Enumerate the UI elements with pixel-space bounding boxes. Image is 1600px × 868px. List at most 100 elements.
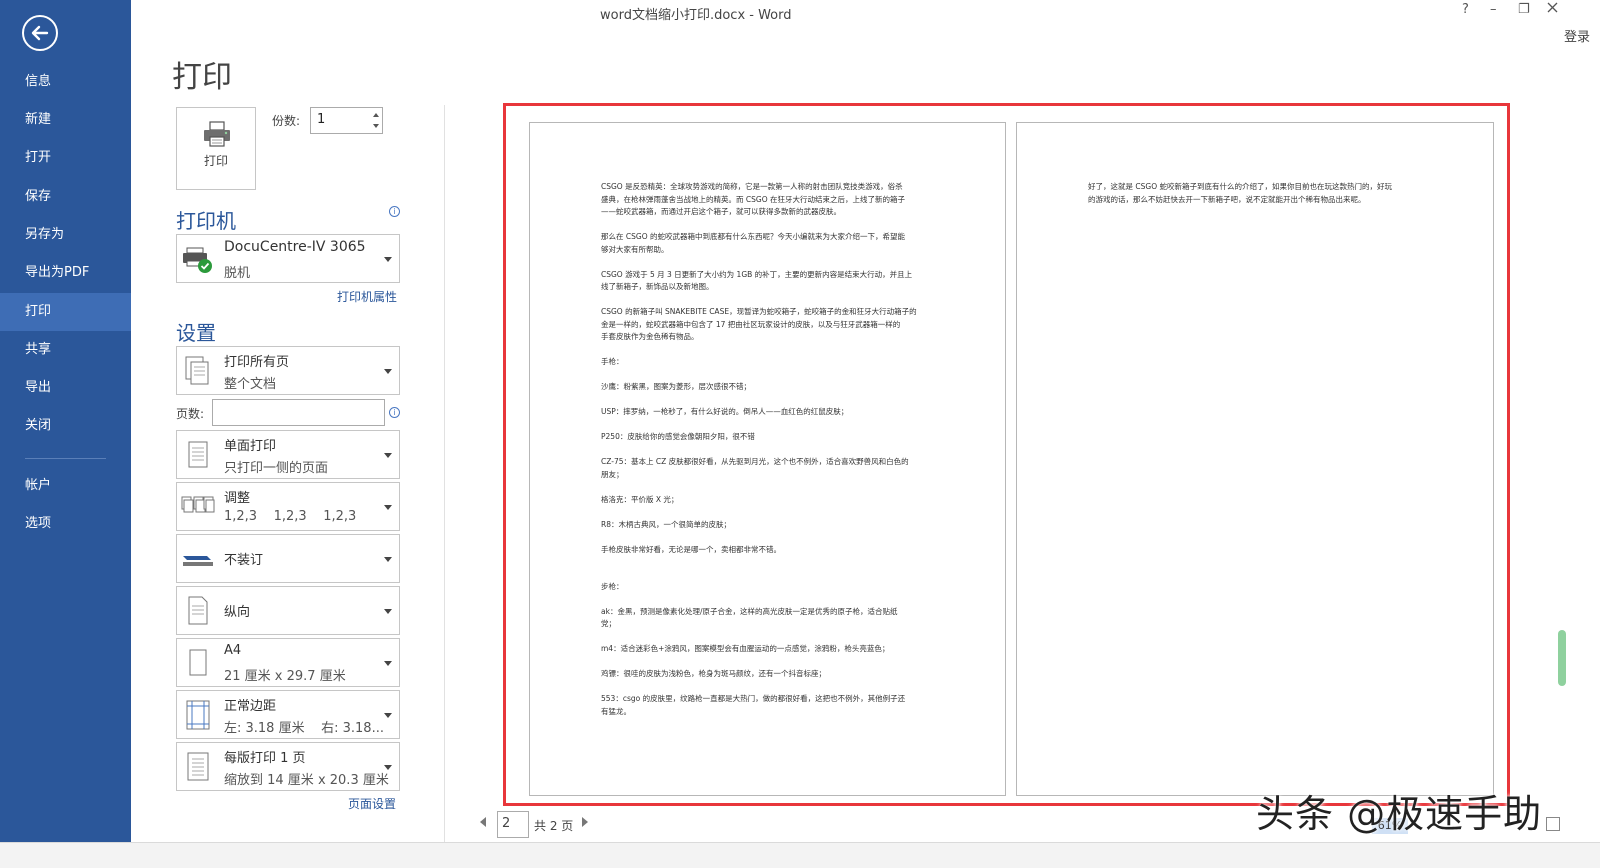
sides-select[interactable]: 单面打印 只打印一侧的页面 [176, 430, 400, 479]
print-button[interactable]: 打印 [176, 107, 256, 190]
preview-line: m4：适合迷彩色+涂鸦风，图案模型会有血腥运动的一点感觉，涂鸦粉，枪头亮蓝色； [601, 644, 890, 653]
chevron-down-icon [384, 608, 392, 614]
sidebar-item-info[interactable]: 信息 [0, 63, 131, 101]
margins-sub: 左: 3.18 厘米 右: 3.18... [224, 721, 384, 736]
preview-line: 好了，这就是 CSGO 蛇咬新箱子到底有什么的介绍了，如果你目前也在玩这款热门的… [1088, 182, 1392, 191]
preview-line: 那么在 CSGO 的蛇咬武器箱中到底都有什么东西呢？今天小编就来为大家介绍一下，… [601, 232, 905, 241]
preview-line: USP：摔罗纳，一枪秒了，有什么好说的。倒吊人——血红色的红鼠皮肤； [601, 407, 849, 416]
copies-label: 份数: [272, 114, 301, 128]
sidebar-item-account[interactable]: 帐户 [0, 467, 131, 505]
preview-line: 金是一样的，蛇咬武器箱中包含了 17 把由社区玩家设计的皮肤，以及与狂牙武器箱一… [601, 319, 901, 329]
preview-line: ak：金黑，预测是像素化处理/原子合金，这样的高光皮肤一定是优秀的原子枪，适合贴… [601, 606, 898, 616]
collate-icon [181, 496, 215, 512]
scrollbar-thumb[interactable] [1558, 630, 1566, 686]
printer-properties-link[interactable]: 打印机属性 [337, 288, 397, 305]
preview-line: CSGO 的新箱子叫 SNAKEBITE CASE，现暂译为蛇咬箱子，蛇咬箱子的… [601, 307, 917, 316]
zoom-to-page-icon[interactable] [1546, 817, 1560, 831]
pages-input[interactable] [212, 399, 385, 426]
page-setup-link[interactable]: 页面设置 [348, 795, 396, 812]
preview-page-2: 好了，这就是 CSGO 蛇咬新箱子到底有什么的介绍了，如果你目前也在玩这款热门的… [1016, 122, 1494, 796]
preview-paragraph: 格洛克：平价版 X 光； [601, 494, 678, 507]
preview-paragraph: 553：csgo 的皮肤里，纹路枪一直都是大热门，做的都很好看，这把也不例外，其… [601, 693, 905, 718]
chevron-down-icon [384, 368, 392, 374]
single-sided-icon [188, 441, 208, 467]
printer-select[interactable]: DocuCentre-IV 3065 脱机 [176, 234, 400, 283]
preview-line: 够对大家有所帮助。 [601, 244, 669, 254]
sidebar-item-close[interactable]: 关闭 [0, 407, 131, 445]
binding-select[interactable]: 不装订 [176, 534, 400, 583]
sidebar-item-export[interactable]: 导出 [0, 369, 131, 407]
panel-divider [444, 105, 445, 842]
preview-line: 朋友； [601, 469, 624, 479]
preview-line: 的游戏的话，那么不妨赶快去开一下新箱子吧，说不定就能开出个稀有物品出来呢。 [1088, 194, 1366, 204]
preview-line: CSGO 游戏于 5 月 3 日更新了大小约为 1GB 的补丁，主要的更新内容是… [601, 269, 913, 279]
preview-line: CZ-75：基本上 CZ 皮肤都很好看，从先驱到月光，这个也不例外，适合喜欢野兽… [601, 457, 909, 466]
preview-paragraph: 手枪： [601, 356, 624, 369]
preview-page-1: CSGO 是反恐精英：全球攻势游戏的简称，它是一款第一人称的射击团队竞技类游戏，… [529, 122, 1006, 796]
print-range-sub: 整个文档 [224, 377, 277, 392]
preview-line: 手枪皮肤非常好看，无论是哪一个，卖相都非常不错。 [601, 544, 781, 554]
margins-select[interactable]: 正常边距 左: 3.18 厘米 右: 3.18... [176, 690, 400, 739]
paper-size-select[interactable]: A4 21 厘米 x 29.7 厘米 [176, 638, 400, 687]
sidebar-item-save[interactable]: 保存 [0, 178, 131, 216]
preview-line: 党； [601, 619, 616, 628]
paper-icon [189, 649, 207, 675]
preview-line: P250：皮肤给你的感觉会像朝阳夕阳，很不错 [601, 432, 755, 441]
printer-name: DocuCentre-IV 3065 [224, 239, 366, 255]
sidebar-item-export-pdf[interactable]: 导出为PDF [0, 254, 131, 292]
preview-paragraph: m4：适合迷彩色+涂鸦风，图案模型会有血腥运动的一点感觉，涂鸦粉，枪头亮蓝色； [601, 643, 889, 656]
window-title: word文档缩小打印.docx - Word [600, 8, 792, 23]
chevron-down-icon [384, 660, 392, 666]
preview-line: 格洛克：平价版 X 光； [601, 494, 679, 504]
previous-page-icon[interactable] [480, 817, 486, 827]
minimize-button[interactable]: – [1490, 2, 1497, 17]
sidebar-item-options[interactable]: 选项 [0, 505, 131, 543]
pages-per-sheet-select[interactable]: 每版打印 1 页 缩放到 14 厘米 x 20.3 厘米 [176, 742, 400, 791]
pages-per-sheet-icon [187, 752, 209, 780]
preview-paragraph: ak：金黑，预测是像素化处理/原子合金，这样的高光皮肤一定是优秀的原子枪，适合贴… [601, 606, 897, 631]
orientation-main: 纵向 [224, 605, 251, 620]
sidebar-item-share[interactable]: 共享 [0, 331, 131, 369]
collate-sub: 1,2,3 1,2,3 1,2,3 [224, 509, 357, 524]
print-range-select[interactable]: 打印所有页 整个文档 [176, 346, 400, 395]
backstage-sidebar: 信息 新建 打开 保存 另存为 导出为PDF 打印 共享 导出 关闭 帐户 选项 [0, 0, 131, 868]
preview-paragraph: P250：皮肤给你的感觉会像朝阳夕阳，很不错 [601, 431, 755, 444]
help-button[interactable]: ? [1462, 2, 1469, 17]
pages-per-sheet-sub: 缩放到 14 厘米 x 20.3 厘米 [224, 773, 389, 788]
restore-button[interactable]: ❐ [1518, 2, 1530, 17]
watermark: 头条 @极速手助 [1256, 792, 1543, 836]
preview-paragraph: 好了，这就是 CSGO 蛇咬新箱子到底有什么的介绍了，如果你目前也在玩这款热门的… [1088, 181, 1392, 206]
printer-info-icon[interactable]: i [389, 206, 400, 217]
preview-line: 有猛龙。 [601, 706, 631, 716]
back-arrow-icon[interactable] [22, 15, 58, 51]
login-link[interactable]: 登录 [1564, 26, 1590, 45]
preview-line: 手枪： [601, 357, 624, 366]
preview-line: 553：csgo 的皮肤里，纹路枪一直都是大热门，做的都很好看，这把也不例外，其… [601, 694, 906, 703]
print-range-main: 打印所有页 [224, 355, 290, 370]
preview-paragraph: CSGO 是反恐精英：全球攻势游戏的简称，它是一款第一人称的射击团队竞技类游戏，… [601, 181, 905, 219]
pages-icon [185, 356, 209, 384]
collate-select[interactable]: 调整 1,2,3 1,2,3 1,2,3 [176, 482, 400, 531]
pages-per-sheet-main: 每版打印 1 页 [224, 751, 306, 766]
pages-info-icon[interactable]: i [389, 407, 400, 418]
sidebar-item-open[interactable]: 打开 [0, 139, 131, 177]
sidebar-item-print[interactable]: 打印 [0, 293, 131, 331]
printer-heading: 打印机 [176, 209, 236, 233]
chevron-down-icon [384, 556, 392, 562]
next-page-icon[interactable] [582, 817, 588, 827]
printer-ready-icon [183, 247, 212, 273]
preview-paragraph: 那么在 CSGO 的蛇咬武器箱中到底都有什么东西呢？今天小编就来为大家介绍一下，… [601, 231, 905, 256]
chevron-down-icon [384, 712, 392, 718]
portrait-icon [188, 596, 208, 624]
close-window-button[interactable] [1547, 2, 1558, 17]
binding-main: 不装订 [224, 553, 264, 568]
orientation-select[interactable]: 纵向 [176, 586, 400, 635]
preview-paragraph: 手枪皮肤非常好看，无论是哪一个，卖相都非常不错。 [601, 544, 781, 557]
sidebar-item-new[interactable]: 新建 [0, 101, 131, 139]
print-preview: CSGO 是反恐精英：全球攻势游戏的简称，它是一款第一人称的射击团队竞技类游戏，… [503, 103, 1510, 806]
sidebar-item-save-as[interactable]: 另存为 [0, 216, 131, 254]
copies-spinner-icon[interactable] [370, 108, 382, 133]
status-bar [0, 842, 1600, 868]
page-number-input[interactable]: 2 [497, 811, 529, 838]
page-title: 打印 [172, 60, 232, 95]
